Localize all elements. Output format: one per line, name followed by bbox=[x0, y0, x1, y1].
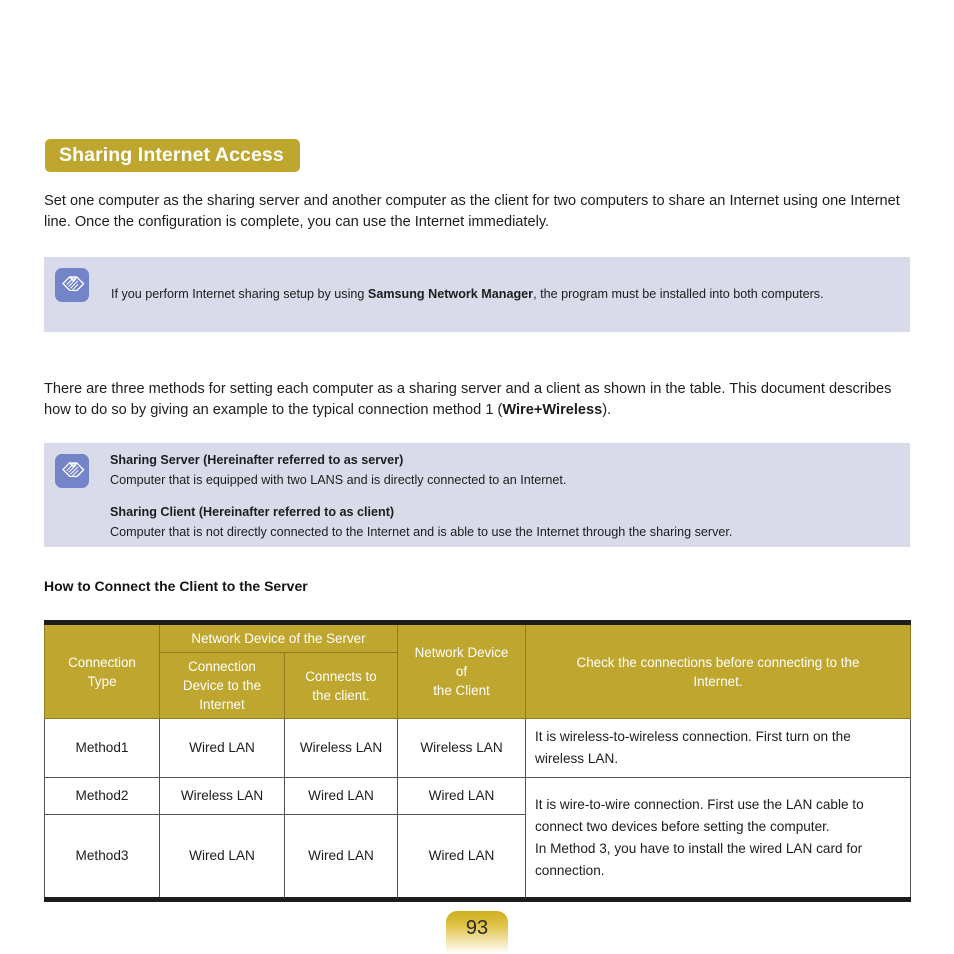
cell-server-internet-device: Wired LAN bbox=[159, 718, 285, 778]
header-check-connections: Check the connections before connecting … bbox=[525, 622, 911, 719]
sharing-client-description: Computer that is not directly connected … bbox=[110, 525, 733, 539]
cell-description: It is wireless-to-wireless connection. F… bbox=[525, 718, 911, 778]
page-number-badge: 93 bbox=[446, 911, 508, 954]
header-server-connects-client: Connects to the client. bbox=[284, 652, 398, 719]
note-box-1-text: If you perform Internet sharing setup by… bbox=[111, 286, 900, 303]
cell-server-internet-device: Wired LAN bbox=[159, 814, 285, 900]
note-spacer bbox=[110, 491, 898, 499]
pencil-note-icon bbox=[55, 454, 89, 488]
document-page: Sharing Internet Access Set one computer… bbox=[0, 0, 954, 954]
header-connection-type: Connection Type bbox=[44, 622, 160, 719]
cell-client-device: Wired LAN bbox=[397, 814, 526, 900]
cell-server-client-device: Wired LAN bbox=[284, 814, 398, 900]
sharing-client-heading: Sharing Client (Hereinafter referred to … bbox=[110, 505, 395, 519]
methods-text-after: ). bbox=[602, 402, 612, 418]
cell-server-internet-device: Wireless LAN bbox=[159, 777, 285, 815]
note-box-samsung-network-manager: If you perform Internet sharing setup by… bbox=[44, 257, 910, 332]
methods-emphasis: Wire+Wireless bbox=[502, 402, 603, 418]
methods-text-before: There are three methods for setting each… bbox=[44, 381, 892, 418]
sharing-server-heading: Sharing Server (Hereinafter referred to … bbox=[110, 453, 404, 467]
page-number: 93 bbox=[465, 917, 489, 939]
section-title-banner: Sharing Internet Access bbox=[45, 139, 300, 172]
cell-method-type: Method2 bbox=[44, 777, 160, 815]
note-1-text-after: , the program must be installed into bot… bbox=[533, 287, 824, 301]
table-row: Method2 Wireless LAN Wired LAN Wired LAN… bbox=[44, 777, 911, 900]
note-box-server-client-definitions: Sharing Server (Hereinafter referred to … bbox=[44, 443, 910, 547]
cell-server-client-device: Wireless LAN bbox=[284, 718, 398, 778]
connection-methods-table: Connection Type Network Device of the Se… bbox=[44, 620, 911, 902]
cell-client-device: Wired LAN bbox=[397, 777, 526, 815]
cell-server-client-device: Wired LAN bbox=[284, 777, 398, 815]
header-server-group: Network Device of the Server bbox=[159, 622, 398, 653]
methods-paragraph: There are three methods for setting each… bbox=[44, 379, 910, 421]
cell-method-type: Method3 bbox=[44, 814, 160, 900]
cell-description: It is wire-to-wire connection. First use… bbox=[525, 777, 911, 900]
header-server-device-internet: Connection Device to the Internet bbox=[159, 652, 285, 719]
section-subheading: How to Connect the Client to the Server bbox=[44, 578, 308, 594]
cell-method-type: Method1 bbox=[44, 718, 160, 778]
table-row: Method1 Wired LAN Wireless LAN Wireless … bbox=[44, 718, 911, 778]
table-header-row-1: Connection Type Network Device of the Se… bbox=[44, 622, 911, 719]
note-1-emphasis: Samsung Network Manager bbox=[367, 287, 534, 301]
header-client-device: Network Device of the Client bbox=[397, 622, 526, 719]
intro-paragraph: Set one computer as the sharing server a… bbox=[44, 193, 900, 230]
cell-client-device: Wireless LAN bbox=[397, 718, 526, 778]
sharing-server-description: Computer that is equipped with two LANS … bbox=[110, 473, 567, 487]
connection-methods-table-wrapper: Connection Type Network Device of the Se… bbox=[44, 620, 911, 902]
page-title: Sharing Internet Access bbox=[59, 143, 284, 166]
note-1-text-before: If you perform Internet sharing setup by… bbox=[111, 287, 368, 301]
pencil-note-icon bbox=[55, 268, 89, 302]
note-box-2-text: Sharing Server (Hereinafter referred to … bbox=[110, 451, 898, 543]
